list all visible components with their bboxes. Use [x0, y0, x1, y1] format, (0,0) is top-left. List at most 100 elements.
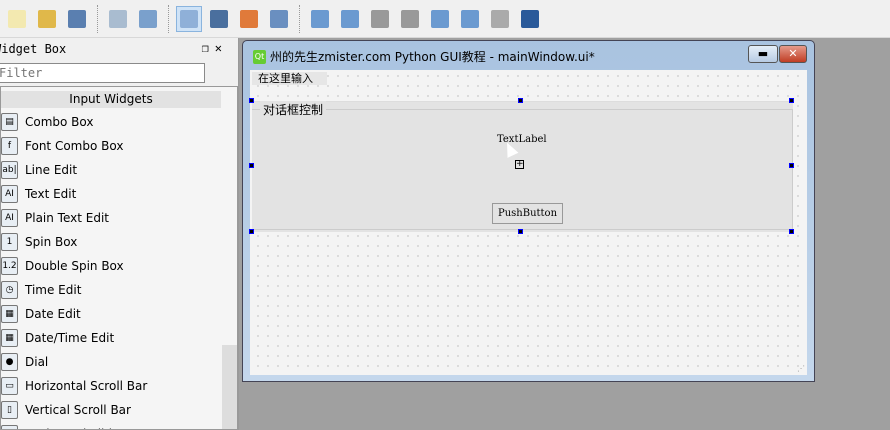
widget-item-label: Double Spin Box	[25, 259, 124, 273]
layout-horizontal-button[interactable]	[307, 6, 333, 32]
toolbar-separator	[97, 4, 98, 33]
edit-tab-order-icon	[270, 9, 288, 28]
window-titlebar: Qt 州的先生zmister.com Python GUI教程 - mainWi…	[253, 48, 595, 65]
bring-to-front-button[interactable]	[135, 6, 161, 32]
toolbar-separator	[168, 4, 169, 33]
group-box-title: 对话框控制	[260, 101, 327, 118]
widget-box-header: Widget Box ❐✕	[0, 38, 238, 60]
widget-icon: ▯	[1, 401, 18, 419]
widget-item-label: Font Combo Box	[25, 139, 124, 153]
form-window: Qt 州的先生zmister.com Python GUI教程 - mainWi…	[242, 40, 815, 382]
layout-h-splitter-button[interactable]	[367, 6, 393, 32]
widget-item[interactable]: ab| Line Edit	[1, 158, 77, 182]
float-icon[interactable]: ❐	[202, 41, 215, 55]
size-grip-icon[interactable]: ⋰	[797, 364, 805, 373]
filter-input[interactable]	[0, 63, 205, 83]
form-canvas[interactable]: 在这里输入 对话框控制 TextLabel + PushButton ⋰	[249, 70, 807, 375]
widget-item[interactable]: AI Text Edit	[1, 182, 76, 206]
save-button[interactable]	[64, 6, 90, 32]
widget-icon: f	[1, 137, 18, 155]
widget-item[interactable]: ● Dial	[1, 350, 48, 374]
widget-item-label: Line Edit	[25, 163, 78, 177]
drop-plus-icon: +	[515, 159, 524, 169]
widget-item[interactable]: 1 Spin Box	[1, 230, 77, 254]
layout-form-icon	[461, 9, 479, 28]
category-input-widgets[interactable]: Input Widgets	[1, 91, 221, 108]
close-button[interactable]: ✕	[779, 45, 807, 63]
scrollbar[interactable]	[222, 345, 237, 429]
widget-item[interactable]: ▦ Date/Time Edit	[1, 326, 114, 350]
resize-handle[interactable]	[518, 229, 523, 234]
open-folder-button[interactable]	[34, 6, 60, 32]
edit-buddies-icon	[240, 9, 258, 28]
layout-v-splitter-button[interactable]	[397, 6, 423, 32]
widget-item-label: Dial	[25, 355, 49, 369]
resize-handle[interactable]	[518, 98, 523, 103]
widget-item[interactable]: ▯ Vertical Scroll Bar	[1, 398, 131, 422]
menu-type-here[interactable]: 在这里输入	[252, 72, 327, 85]
widget-icon: ▦	[1, 305, 18, 323]
resize-handle[interactable]	[249, 98, 254, 103]
group-box[interactable]: 对话框控制 TextLabel + PushButton	[249, 98, 794, 234]
widget-item[interactable]: 1.2 Double Spin Box	[1, 254, 124, 278]
adjust-size-icon	[521, 9, 539, 28]
widget-item-label: Vertical Scroll Bar	[25, 403, 131, 417]
new-file-icon	[8, 9, 26, 28]
widget-item[interactable]: ▭ Horizontal Scroll Bar	[1, 374, 147, 398]
widget-item-label: Combo Box	[25, 115, 94, 129]
minimize-button[interactable]: ▬	[748, 45, 778, 63]
break-layout-icon	[491, 9, 509, 28]
widget-icon: ◷	[1, 281, 18, 299]
widget-icon: ▦	[1, 329, 18, 347]
resize-handle[interactable]	[789, 163, 794, 168]
layout-form-button[interactable]	[457, 6, 483, 32]
widget-item[interactable]: ▦ Date Edit	[1, 302, 81, 326]
push-button[interactable]: PushButton	[492, 203, 563, 224]
resize-handle[interactable]	[249, 163, 254, 168]
resize-handle[interactable]	[789, 98, 794, 103]
edit-tab-order-button[interactable]	[266, 6, 292, 32]
window-title: 州的先生zmister.com Python GUI教程 - mainWindo…	[270, 50, 595, 64]
open-folder-icon	[38, 9, 56, 28]
widget-icon: AI	[1, 185, 18, 203]
widget-item-label: Time Edit	[25, 283, 82, 297]
widget-item[interactable]: ▤ Combo Box	[1, 110, 94, 134]
resize-handle[interactable]	[789, 229, 794, 234]
designer-toolbar	[0, 0, 890, 38]
resize-handle[interactable]	[249, 229, 254, 234]
widget-item-label: Date/Time Edit	[25, 331, 115, 345]
widget-item-label: Text Edit	[25, 187, 77, 201]
qt-logo-icon: Qt	[253, 49, 266, 64]
widget-box-title: Widget Box	[0, 42, 67, 56]
layout-vertical-button[interactable]	[337, 6, 363, 32]
break-layout-button[interactable]	[487, 6, 513, 32]
widget-item[interactable]: AI Plain Text Edit	[1, 206, 109, 230]
layout-grid-icon	[431, 9, 449, 28]
adjust-size-button[interactable]	[517, 6, 543, 32]
widget-item[interactable]: ◷ Time Edit	[1, 278, 81, 302]
send-to-back-button[interactable]	[105, 6, 131, 32]
widget-icon: ●	[1, 353, 18, 371]
widget-item-label: Horizontal Scroll Bar	[25, 379, 148, 393]
edit-widgets-button[interactable]	[176, 5, 202, 32]
layout-grid-button[interactable]	[427, 6, 453, 32]
edit-buddies-button[interactable]	[236, 6, 262, 32]
layout-vertical-icon	[341, 9, 359, 28]
widget-box-panel: Widget Box ❐✕ Input Widgets ▤ Combo Box fF…	[0, 38, 239, 430]
edit-widgets-icon	[180, 9, 198, 28]
widget-icon: ab|	[1, 161, 18, 179]
close-icon[interactable]: ✕	[215, 41, 228, 55]
new-file-button[interactable]	[4, 6, 30, 32]
widget-icon: AI	[1, 209, 18, 227]
widget-icon: ▭	[1, 377, 18, 395]
widget-item[interactable]: f Font Combo Box	[1, 134, 123, 158]
edit-signals-slots-button[interactable]	[206, 6, 232, 32]
layout-horizontal-icon	[311, 9, 329, 28]
widget-icon: —	[1, 425, 18, 429]
widget-item[interactable]: —Horizontal Slider	[1, 422, 124, 429]
layout-v-splitter-icon	[401, 9, 419, 28]
edit-signals-slots-icon	[210, 9, 228, 28]
widget-icon: ▤	[1, 113, 18, 131]
widget-item-label: Date Edit	[25, 307, 81, 321]
save-icon	[68, 9, 86, 28]
